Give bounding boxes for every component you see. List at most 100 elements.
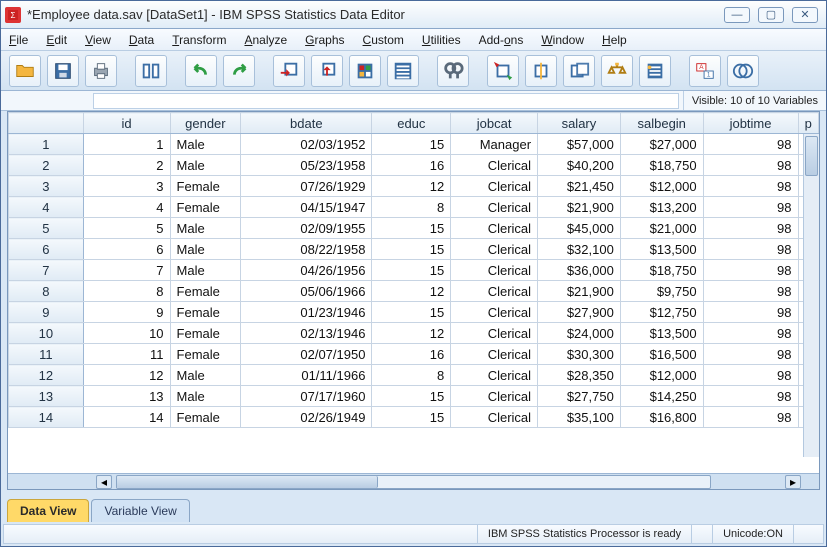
cell-jobtime[interactable]: 98 <box>703 386 798 407</box>
cell-jobtime[interactable]: 98 <box>703 197 798 218</box>
cell-jobcat[interactable]: Clerical <box>451 386 538 407</box>
cell-jobcat[interactable]: Clerical <box>451 218 538 239</box>
variables-icon[interactable] <box>349 55 381 87</box>
cell-jobcat[interactable]: Clerical <box>451 197 538 218</box>
cell-educ[interactable]: 15 <box>372 407 451 428</box>
cell-salbegin[interactable]: $12,000 <box>620 365 703 386</box>
cell-salbegin[interactable]: $21,000 <box>620 218 703 239</box>
cell-bdate[interactable]: 02/09/1955 <box>241 218 372 239</box>
table-row[interactable]: 1111Female02/07/195016Clerical$30,300$16… <box>9 344 819 365</box>
find-icon[interactable] <box>437 55 469 87</box>
cell-jobtime[interactable]: 98 <box>703 365 798 386</box>
row-header[interactable]: 5 <box>9 218 84 239</box>
cell-id[interactable]: 5 <box>83 218 170 239</box>
insert-variable-icon[interactable] <box>525 55 557 87</box>
cell-educ[interactable]: 15 <box>372 134 451 155</box>
row-header[interactable]: 7 <box>9 260 84 281</box>
cell-jobcat[interactable]: Clerical <box>451 176 538 197</box>
cell-gender[interactable]: Male <box>170 386 241 407</box>
cell-gender[interactable]: Male <box>170 134 241 155</box>
cell-gender[interactable]: Female <box>170 302 241 323</box>
cell-id[interactable]: 10 <box>83 323 170 344</box>
table-row[interactable]: 1212Male01/11/19668Clerical$28,350$12,00… <box>9 365 819 386</box>
cell-jobtime[interactable]: 98 <box>703 323 798 344</box>
cell-salbegin[interactable]: $13,200 <box>620 197 703 218</box>
goto-variable-icon[interactable] <box>311 55 343 87</box>
cell-id[interactable]: 12 <box>83 365 170 386</box>
row-header[interactable]: 11 <box>9 344 84 365</box>
cell-jobcat[interactable]: Clerical <box>451 365 538 386</box>
close-button[interactable]: ✕ <box>792 7 818 23</box>
table-row[interactable]: 1313Male07/17/196015Clerical$27,750$14,2… <box>9 386 819 407</box>
cell-educ[interactable]: 15 <box>372 302 451 323</box>
cell-jobcat[interactable]: Clerical <box>451 155 538 176</box>
row-header[interactable]: 3 <box>9 176 84 197</box>
horizontal-scrollbar[interactable]: ◂ ▸ <box>8 473 819 489</box>
cell-salary[interactable]: $35,100 <box>538 407 621 428</box>
column-header-row[interactable]: id gender bdate educ jobcat salary salbe… <box>9 113 819 134</box>
table-row[interactable]: 11Male02/03/195215Manager$57,000$27,0009… <box>9 134 819 155</box>
menu-edit[interactable]: Edit <box>46 33 67 47</box>
cell-id[interactable]: 4 <box>83 197 170 218</box>
print-icon[interactable] <box>85 55 117 87</box>
row-header[interactable]: 9 <box>9 302 84 323</box>
cell-bdate[interactable]: 02/07/1950 <box>241 344 372 365</box>
cell-salary[interactable]: $21,900 <box>538 281 621 302</box>
cell-bdate[interactable]: 05/23/1958 <box>241 155 372 176</box>
table-row[interactable]: 88Female05/06/196612Clerical$21,900$9,75… <box>9 281 819 302</box>
col-jobcat[interactable]: jobcat <box>451 113 538 134</box>
col-salbegin[interactable]: salbegin <box>620 113 703 134</box>
table-row[interactable]: 44Female04/15/19478Clerical$21,900$13,20… <box>9 197 819 218</box>
cell-jobcat[interactable]: Clerical <box>451 260 538 281</box>
row-header[interactable]: 12 <box>9 365 84 386</box>
cell-salbegin[interactable]: $12,000 <box>620 176 703 197</box>
table-row[interactable]: 99Female01/23/194615Clerical$27,900$12,7… <box>9 302 819 323</box>
cell-salbegin[interactable]: $16,800 <box>620 407 703 428</box>
cell-gender[interactable]: Male <box>170 365 241 386</box>
cell-salbegin[interactable]: $16,500 <box>620 344 703 365</box>
weight-cases-icon[interactable] <box>601 55 633 87</box>
table-row[interactable]: 55Male02/09/195515Clerical$45,000$21,000… <box>9 218 819 239</box>
open-icon[interactable] <box>9 55 41 87</box>
cell-salary[interactable]: $57,000 <box>538 134 621 155</box>
cell-salary[interactable]: $27,750 <box>538 386 621 407</box>
menu-window[interactable]: Window <box>541 33 584 47</box>
insert-cases-icon[interactable] <box>487 55 519 87</box>
maximize-button[interactable]: ▢ <box>758 7 784 23</box>
menu-custom[interactable]: Custom <box>363 33 404 47</box>
cell-jobtime[interactable]: 98 <box>703 260 798 281</box>
cell-gender[interactable]: Male <box>170 218 241 239</box>
cell-educ[interactable]: 12 <box>372 323 451 344</box>
cell-bdate[interactable]: 01/11/1966 <box>241 365 372 386</box>
row-header[interactable]: 10 <box>9 323 84 344</box>
col-gender[interactable]: gender <box>170 113 241 134</box>
vscroll-thumb[interactable] <box>805 136 818 176</box>
cell-educ[interactable]: 16 <box>372 344 451 365</box>
split-file-icon[interactable] <box>563 55 595 87</box>
cell-gender[interactable]: Female <box>170 281 241 302</box>
cell-id[interactable]: 9 <box>83 302 170 323</box>
col-p[interactable]: p <box>798 113 819 134</box>
row-header[interactable]: 4 <box>9 197 84 218</box>
cell-id[interactable]: 14 <box>83 407 170 428</box>
cell-bdate[interactable]: 04/15/1947 <box>241 197 372 218</box>
cell-bdate[interactable]: 07/17/1960 <box>241 386 372 407</box>
cell-salbegin[interactable]: $27,000 <box>620 134 703 155</box>
cell-salbegin[interactable]: $13,500 <box>620 239 703 260</box>
table-row[interactable]: 22Male05/23/195816Clerical$40,200$18,750… <box>9 155 819 176</box>
cell-id[interactable]: 8 <box>83 281 170 302</box>
cell-educ[interactable]: 12 <box>372 176 451 197</box>
cell-editor[interactable] <box>93 93 679 109</box>
cell-bdate[interactable]: 02/26/1949 <box>241 407 372 428</box>
recall-dialog-icon[interactable] <box>135 55 167 87</box>
cell-gender[interactable]: Male <box>170 239 241 260</box>
col-id[interactable]: id <box>83 113 170 134</box>
cell-bdate[interactable]: 01/23/1946 <box>241 302 372 323</box>
menu-analyze[interactable]: Analyze <box>244 33 287 47</box>
hscroll-left-arrow[interactable]: ◂ <box>96 475 112 489</box>
cell-salary[interactable]: $27,900 <box>538 302 621 323</box>
menu-file[interactable]: File <box>9 33 28 47</box>
cell-gender[interactable]: Male <box>170 155 241 176</box>
cell-educ[interactable]: 15 <box>372 239 451 260</box>
cell-jobtime[interactable]: 98 <box>703 155 798 176</box>
